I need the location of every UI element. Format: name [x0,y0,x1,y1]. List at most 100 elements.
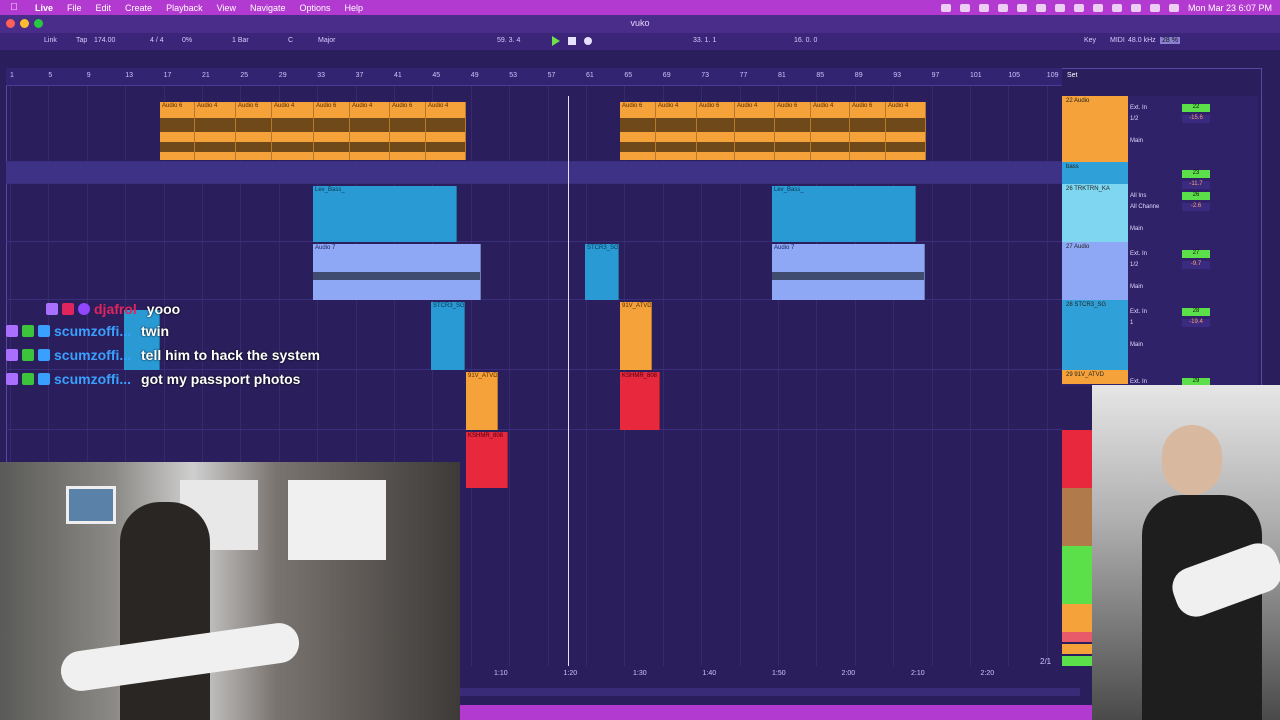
clip-audio-4[interactable]: Audio 4 [426,102,466,160]
track-number[interactable]: 23 [1182,170,1210,178]
ruler-bar-number[interactable]: 73 [701,72,709,79]
clip-kshmr[interactable]: KSHMR_808 [466,432,508,488]
window-icon[interactable] [978,3,989,12]
groove-percent[interactable]: 0% [182,37,192,44]
time-ruler-label[interactable]: 2:10 [911,670,925,677]
ruler-bar-number[interactable]: 9 [87,72,91,79]
time-ruler-label[interactable]: 1:10 [494,670,508,677]
ruler-bar-number[interactable]: 97 [932,72,940,79]
menu-edit[interactable]: Edit [89,3,119,13]
clip-audio-4[interactable]: Audio 4 [195,102,236,160]
track-header[interactable]: 26 TRKTRN_KA [1062,184,1128,242]
track-lane[interactable] [6,162,1062,184]
clip-audio-6[interactable]: Audio 6 [850,102,886,160]
control-center-icon[interactable] [1149,3,1160,12]
track-output-select[interactable]: Main [1130,284,1143,290]
loop-start-field[interactable]: 33. 1. 1 [693,37,716,44]
track-number[interactable]: 28 [1182,308,1210,316]
track-channel-select[interactable]: 1/2 [1130,116,1138,122]
return-b[interactable] [1062,644,1092,654]
ruler-bar-number[interactable]: 101 [970,72,982,79]
clip-kshmr[interactable]: KSHMR_808 [620,372,660,430]
track-header[interactable]: 22 Audio [1062,96,1128,162]
clip-audio-6[interactable]: Audio 6 [314,102,350,160]
ruler-bar-number[interactable]: 1 [10,72,14,79]
time-ruler-label[interactable]: 1:20 [564,670,578,677]
siri-icon[interactable] [1168,3,1179,12]
track-header[interactable]: 28 STCR3_SG [1062,300,1128,370]
ruler-bar-number[interactable]: 109 [1047,72,1059,79]
time-ruler-label[interactable]: 1:40 [703,670,717,677]
time-ruler-label[interactable]: 1:50 [772,670,786,677]
ruler-bar-number[interactable]: 57 [548,72,556,79]
clip-audio-4[interactable]: Audio 4 [272,102,314,160]
track-input-select[interactable]: Ext. In [1130,251,1147,257]
quantize-menu[interactable]: 1 Bar [232,37,249,44]
arrangement-record-icon[interactable] [584,37,592,45]
track-input-select[interactable]: All Ins [1130,193,1146,199]
volume-icon[interactable] [1054,3,1065,12]
ruler-bar-number[interactable]: 85 [816,72,824,79]
tap-button[interactable]: Tap [76,37,87,44]
clip-audio-4[interactable]: Audio 4 [656,102,697,160]
screen-mirror-icon[interactable] [940,3,951,12]
time-ruler-label[interactable]: 1:30 [633,670,647,677]
chat-username[interactable]: scumzoffi... [54,371,131,387]
track-output-select[interactable]: Main [1130,226,1143,232]
ruler-bar-number[interactable]: 5 [48,72,52,79]
clip-audio-7[interactable]: Audio 7 [313,244,481,300]
loop-length-field[interactable]: 16. 0. 0 [794,37,817,44]
track-number[interactable]: 22 [1182,104,1210,112]
apple-icon[interactable]:  [0,2,28,13]
track-channel-select[interactable]: 1 [1130,320,1133,326]
track-header-brown[interactable] [1062,488,1092,546]
track-volume[interactable]: -15.6 [1182,115,1210,123]
track-volume[interactable]: -9.7 [1182,261,1210,269]
link-button[interactable]: Link [44,37,57,44]
key-root-select[interactable]: C [288,37,293,44]
play-icon[interactable] [552,36,560,46]
clip-audio-4[interactable]: Audio 4 [811,102,850,160]
menu-view[interactable]: View [210,3,243,13]
clip-audio-6[interactable]: Audio 6 [775,102,811,160]
track-header[interactable]: bass [1062,162,1128,184]
clip-audio-4[interactable]: Audio 4 [886,102,926,160]
return-a[interactable] [1062,632,1092,642]
chat-username[interactable]: scumzoffi... [54,347,131,363]
key-map-button[interactable]: Key [1084,37,1096,44]
time-ruler-label[interactable]: 2:20 [981,670,995,677]
track-output-select[interactable]: Main [1130,138,1143,144]
midi-map-button[interactable]: MIDI [1110,37,1125,44]
ruler-bar-number[interactable]: 49 [471,72,479,79]
track-volume[interactable]: -11.7 [1182,181,1210,189]
track-header-red[interactable] [1062,430,1092,488]
ruler-bar-number[interactable]: 37 [356,72,364,79]
track-volume[interactable]: -2.6 [1182,203,1210,211]
clip-91v[interactable]: 91V_ATVD [620,302,652,370]
track-header[interactable]: 29 91V_ATVD [1062,370,1128,384]
track-header-kick[interactable] [1062,546,1092,604]
stop-icon[interactable] [568,37,576,45]
scale-select[interactable]: Major [318,37,336,44]
time-machine-icon[interactable] [1035,3,1046,12]
ruler-bar-number[interactable]: 89 [855,72,863,79]
wifi-icon[interactable] [1111,3,1122,12]
ruler-bar-number[interactable]: 105 [1008,72,1020,79]
clip-stcr3[interactable]: STCR3_SG [431,302,465,370]
ruler-bar-number[interactable]: 29 [279,72,287,79]
ruler-bar-number[interactable]: 53 [509,72,517,79]
ruler-bar-number[interactable]: 25 [240,72,248,79]
bar-ruler[interactable]: 1 5 9 13 17 21 25 29 33 37 41 45 49 53 57 61 65 69 73 77 81 8… [6,68,1062,86]
ruler-bar-number[interactable]: 65 [624,72,632,79]
clip-audio-7[interactable]: Audio 7 [772,244,925,300]
track-number[interactable]: 26 [1182,192,1210,200]
battery-icon[interactable] [1092,3,1103,12]
track-volume[interactable]: -19.4 [1182,319,1210,327]
menu-app-live[interactable]: Live [28,3,60,13]
clip-bass[interactable]: Lev_Bass_ [313,186,457,242]
clip-audio-6[interactable]: Audio 6 [390,102,426,160]
mixer-icon[interactable] [997,3,1008,12]
ruler-bar-number[interactable]: 69 [663,72,671,79]
menu-help[interactable]: Help [338,3,371,13]
clip-stcr3[interactable]: STCR3_SG [585,244,619,300]
